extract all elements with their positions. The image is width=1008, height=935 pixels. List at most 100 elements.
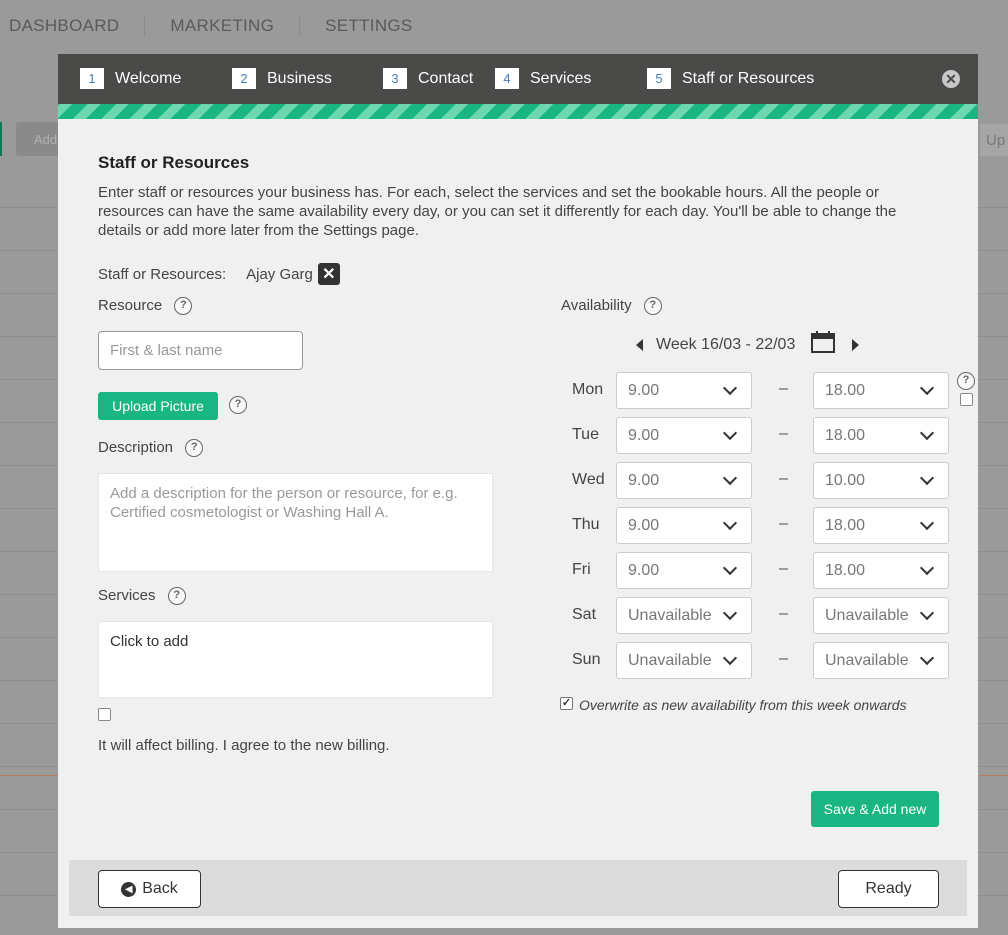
background-nav: DASHBOARD MARKETING SETTINGS bbox=[0, 0, 1008, 52]
from-time-select[interactable]: Unavailable bbox=[616, 597, 752, 634]
from-time-value: 9.00 bbox=[628, 381, 660, 399]
from-time-select[interactable]: 9.00 bbox=[616, 552, 752, 589]
from-time-value: 9.00 bbox=[628, 516, 660, 534]
availability-row: Sun Unavailable – Unavailable bbox=[58, 642, 978, 679]
to-time-select[interactable]: 18.00 bbox=[813, 417, 949, 454]
to-time-select[interactable]: Unavailable bbox=[813, 597, 949, 634]
range-dash: – bbox=[779, 515, 788, 532]
day-label: Sat bbox=[572, 606, 597, 623]
from-time-select[interactable]: 9.00 bbox=[616, 507, 752, 544]
overwrite-text: Overwrite as new availability from this … bbox=[579, 697, 907, 713]
availability-field-label: Availability ? bbox=[561, 297, 662, 316]
range-dash: – bbox=[779, 425, 788, 442]
day-label: Sun bbox=[572, 651, 601, 668]
availability-row: Fri 9.00 – 18.00 bbox=[58, 552, 978, 589]
staff-name: Ajay Garg bbox=[246, 265, 313, 283]
wizard-step-services[interactable]: 4 Services bbox=[495, 68, 591, 89]
day-label: Fri bbox=[572, 561, 591, 578]
availability-row: Sat Unavailable – Unavailable bbox=[58, 597, 978, 634]
day-label: Tue bbox=[572, 426, 599, 443]
to-time-value: Unavailable bbox=[825, 606, 909, 624]
from-time-value: Unavailable bbox=[628, 651, 712, 669]
nav-dashboard: DASHBOARD bbox=[0, 15, 146, 37]
chevron-down-icon bbox=[919, 425, 935, 440]
page-title: Staff or Resources bbox=[98, 153, 250, 172]
help-icon[interactable]: ? bbox=[957, 372, 975, 390]
day-label: Wed bbox=[572, 471, 605, 488]
to-time-select[interactable]: 18.00 bbox=[813, 552, 949, 589]
billing-text: It will affect billing. I agree to the n… bbox=[98, 737, 390, 754]
availability-row: Thu 9.00 – 18.00 bbox=[58, 507, 978, 544]
arrow-left-icon: ◀ bbox=[121, 881, 137, 897]
wizard-step-welcome[interactable]: 1 Welcome bbox=[80, 68, 181, 89]
calendar-icon[interactable] bbox=[811, 331, 836, 358]
wizard-steps-bar: 1 Welcome 2 Business 3 Contact 4 Service… bbox=[58, 54, 978, 104]
chevron-down-icon bbox=[722, 605, 738, 620]
chevron-down-icon bbox=[919, 605, 935, 620]
from-time-value: 9.00 bbox=[628, 471, 660, 489]
to-time-select[interactable]: 10.00 bbox=[813, 462, 949, 499]
availability-label: Availability bbox=[561, 297, 632, 314]
range-dash: – bbox=[779, 380, 788, 397]
back-button[interactable]: ◀ Back bbox=[98, 870, 201, 908]
help-icon[interactable]: ? bbox=[643, 297, 662, 316]
from-time-value: 9.00 bbox=[628, 561, 660, 579]
to-time-value: Unavailable bbox=[825, 651, 909, 669]
from-time-select[interactable]: Unavailable bbox=[616, 642, 752, 679]
intro-text: Enter staff or resources your business h… bbox=[98, 184, 897, 239]
to-time-value: 18.00 bbox=[825, 381, 866, 399]
progress-stripe bbox=[58, 104, 978, 119]
step-number: 1 bbox=[80, 68, 104, 89]
step-label: Welcome bbox=[115, 69, 182, 87]
step-number: 5 bbox=[647, 68, 671, 89]
remove-staff-icon[interactable]: ✕ bbox=[317, 263, 340, 285]
from-time-select[interactable]: 9.00 bbox=[616, 372, 752, 409]
to-time-select[interactable]: Unavailable bbox=[813, 642, 949, 679]
resource-label: Resource bbox=[98, 297, 163, 314]
range-dash: – bbox=[779, 605, 788, 622]
billing-checkbox[interactable] bbox=[98, 708, 111, 721]
from-time-select[interactable]: 9.00 bbox=[616, 417, 752, 454]
to-time-value: 18.00 bbox=[825, 426, 866, 444]
availability-row: Wed 9.00 – 10.00 bbox=[58, 462, 978, 499]
wizard-step-staff[interactable]: 5 Staff or Resources bbox=[647, 68, 814, 89]
step-number: 4 bbox=[495, 68, 519, 89]
availability-row: Tue 9.00 – 18.00 bbox=[58, 417, 978, 454]
save-add-new-button[interactable]: Save & Add new bbox=[811, 791, 939, 827]
resource-name-input[interactable]: First & last name bbox=[98, 331, 303, 370]
week-selector: Week 16/03 - 22/03 bbox=[636, 331, 860, 358]
staff-label: Staff or Resources: bbox=[98, 265, 227, 283]
wizard-step-business[interactable]: 2 Business bbox=[232, 68, 332, 89]
to-time-value: 10.00 bbox=[825, 471, 866, 489]
close-icon[interactable]: ✕ bbox=[942, 70, 960, 88]
overwrite-checkbox[interactable] bbox=[560, 697, 573, 710]
step-label: Contact bbox=[418, 69, 474, 87]
chevron-down-icon bbox=[722, 560, 738, 575]
chevron-down-icon bbox=[722, 470, 738, 485]
background-accent bbox=[0, 122, 2, 156]
range-dash: – bbox=[779, 470, 788, 487]
chevron-down-icon bbox=[919, 650, 935, 665]
step-number: 3 bbox=[383, 68, 407, 89]
range-dash: – bbox=[779, 650, 788, 667]
from-time-select[interactable]: 9.00 bbox=[616, 462, 752, 499]
wizard-step-contact[interactable]: 3 Contact bbox=[383, 68, 473, 89]
to-time-select[interactable]: 18.00 bbox=[813, 372, 949, 409]
from-time-value: 9.00 bbox=[628, 426, 660, 444]
day-label: Thu bbox=[572, 516, 600, 533]
help-icon[interactable]: ? bbox=[174, 297, 193, 316]
wizard-footer: ◀ Back Ready bbox=[69, 860, 967, 916]
ready-button[interactable]: Ready bbox=[838, 870, 939, 908]
same-hours-checkbox[interactable] bbox=[960, 393, 973, 406]
step-number: 2 bbox=[232, 68, 256, 89]
chevron-down-icon bbox=[722, 515, 738, 530]
chevron-down-icon bbox=[722, 380, 738, 395]
chevron-down-icon bbox=[722, 425, 738, 440]
to-time-select[interactable]: 18.00 bbox=[813, 507, 949, 544]
day-label: Mon bbox=[572, 381, 604, 398]
range-dash: – bbox=[779, 560, 788, 577]
next-week-icon[interactable] bbox=[852, 338, 860, 351]
chevron-down-icon bbox=[919, 380, 935, 395]
step-label: Business bbox=[267, 69, 332, 87]
prev-week-icon[interactable] bbox=[636, 338, 643, 351]
